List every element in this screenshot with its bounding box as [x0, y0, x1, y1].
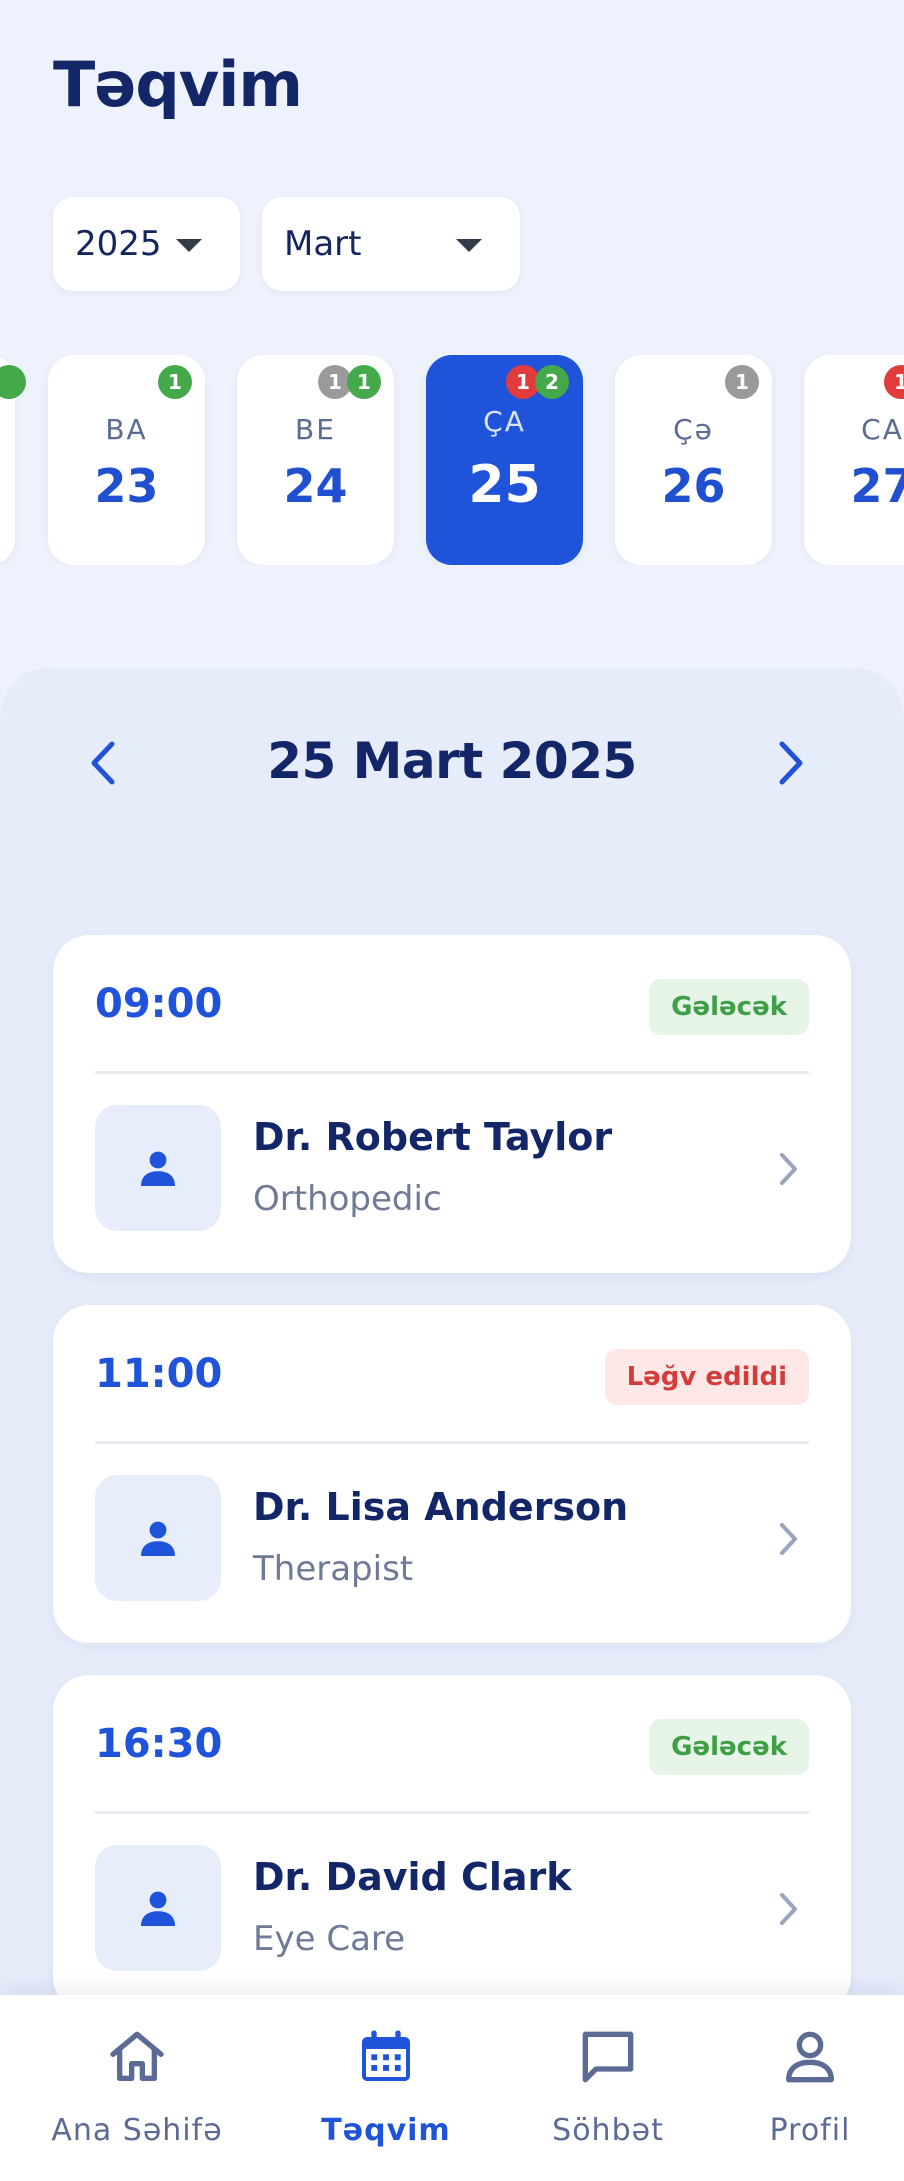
day-strip[interactable]: 1 BA 23 1 1 BE 24 1 2 ÇA 25 1 Çə 26 1 CA…: [0, 355, 904, 565]
doctor-name: Dr. Robert Taylor: [253, 1115, 613, 1159]
day-weekday: Çə: [673, 413, 714, 446]
nav-label-chat: Söhbət: [552, 2113, 664, 2148]
chevron-right-icon[interactable]: [773, 1889, 803, 1929]
day-number: 25: [468, 455, 541, 515]
appointment-card[interactable]: 09:00 Gələcək Dr. Robert Taylor Orthoped…: [53, 935, 851, 1273]
bottom-nav: Ana Səhifə Təqvim Söhbət Profil: [0, 1995, 904, 2181]
doctor-specialty: Eye Care: [253, 1919, 406, 1959]
nav-label-calendar: Təqvim: [321, 2113, 451, 2148]
avatar: [95, 1845, 221, 1971]
year-select-value: 2025: [75, 224, 162, 264]
appointment-card[interactable]: 11:00 Ləğv edildi Dr. Lisa Anderson Ther…: [53, 1305, 851, 1643]
day-card-24[interactable]: 1 1 BE 24: [237, 355, 394, 565]
appointment-time: 09:00: [95, 981, 223, 1027]
appointment-count-badge: 2: [535, 365, 569, 399]
appointment-card[interactable]: 16:30 Gələcək Dr. David Clark Eye Care: [53, 1675, 851, 2013]
day-number: 27: [850, 459, 904, 513]
month-select[interactable]: Mart: [262, 197, 520, 291]
appointment-count-badge: 1: [347, 365, 381, 399]
day-card-23[interactable]: 1 BA 23: [48, 355, 205, 565]
nav-item-calendar[interactable]: Təqvim: [273, 1995, 499, 2181]
doctor-name: Dr. David Clark: [253, 1855, 572, 1899]
nav-item-chat[interactable]: Söhbət: [495, 1995, 721, 2181]
selected-date-heading: 25 Mart 2025: [267, 732, 637, 790]
day-number: 24: [283, 459, 348, 513]
page-title: Təqvim: [53, 48, 303, 121]
appointment-count-badge: 1: [725, 365, 759, 399]
appointment-time: 11:00: [95, 1351, 223, 1397]
day-weekday: CA: [861, 413, 904, 446]
divider: [95, 1071, 809, 1074]
day-weekday: BE: [295, 413, 336, 446]
day-card-26[interactable]: 1 Çə 26: [615, 355, 772, 565]
caret-down-icon: [456, 239, 482, 252]
chevron-right-icon[interactable]: [773, 1149, 803, 1189]
day-card-partial[interactable]: [0, 355, 26, 565]
status-badge: Gələcək: [649, 1719, 809, 1775]
status-badge: Gələcək: [649, 979, 809, 1035]
divider: [95, 1441, 809, 1444]
caret-down-icon: [176, 239, 202, 252]
nav-item-home[interactable]: Ana Səhifə: [24, 1995, 250, 2181]
divider: [95, 1811, 809, 1814]
home-icon: [110, 2031, 164, 2081]
day-number: 23: [94, 459, 159, 513]
calendar-icon: [362, 2030, 410, 2081]
doctor-specialty: Therapist: [253, 1549, 414, 1589]
chat-icon: [582, 2031, 634, 2083]
appointment-count-badge: [0, 365, 26, 399]
day-card-25-selected[interactable]: 1 2 ÇA 25: [426, 355, 583, 565]
day-card-27[interactable]: 1 CA 27: [804, 355, 904, 565]
person-icon: [141, 1521, 175, 1556]
avatar: [95, 1475, 221, 1601]
person-icon: [141, 1151, 175, 1186]
nav-label-profile: Profil: [769, 2113, 851, 2148]
day-weekday: BA: [105, 413, 148, 446]
appointment-count-badge: 1: [884, 365, 904, 399]
month-select-value: Mart: [284, 224, 362, 264]
profile-icon: [786, 2031, 834, 2083]
chevron-right-icon[interactable]: [770, 738, 810, 788]
chevron-right-icon[interactable]: [773, 1519, 803, 1559]
person-icon: [141, 1891, 175, 1926]
avatar: [95, 1105, 221, 1231]
status-badge: Ləğv edildi: [604, 1349, 809, 1405]
appointment-count-badge: 1: [158, 365, 192, 399]
day-weekday: ÇA: [483, 405, 526, 438]
nav-label-home: Ana Səhifə: [51, 2113, 223, 2148]
nav-item-profile[interactable]: Profil: [697, 1995, 904, 2181]
doctor-specialty: Orthopedic: [253, 1179, 442, 1219]
appointment-time: 16:30: [95, 1721, 223, 1767]
year-select[interactable]: 2025: [53, 197, 240, 291]
doctor-name: Dr. Lisa Anderson: [253, 1485, 629, 1529]
day-number: 26: [661, 459, 726, 513]
